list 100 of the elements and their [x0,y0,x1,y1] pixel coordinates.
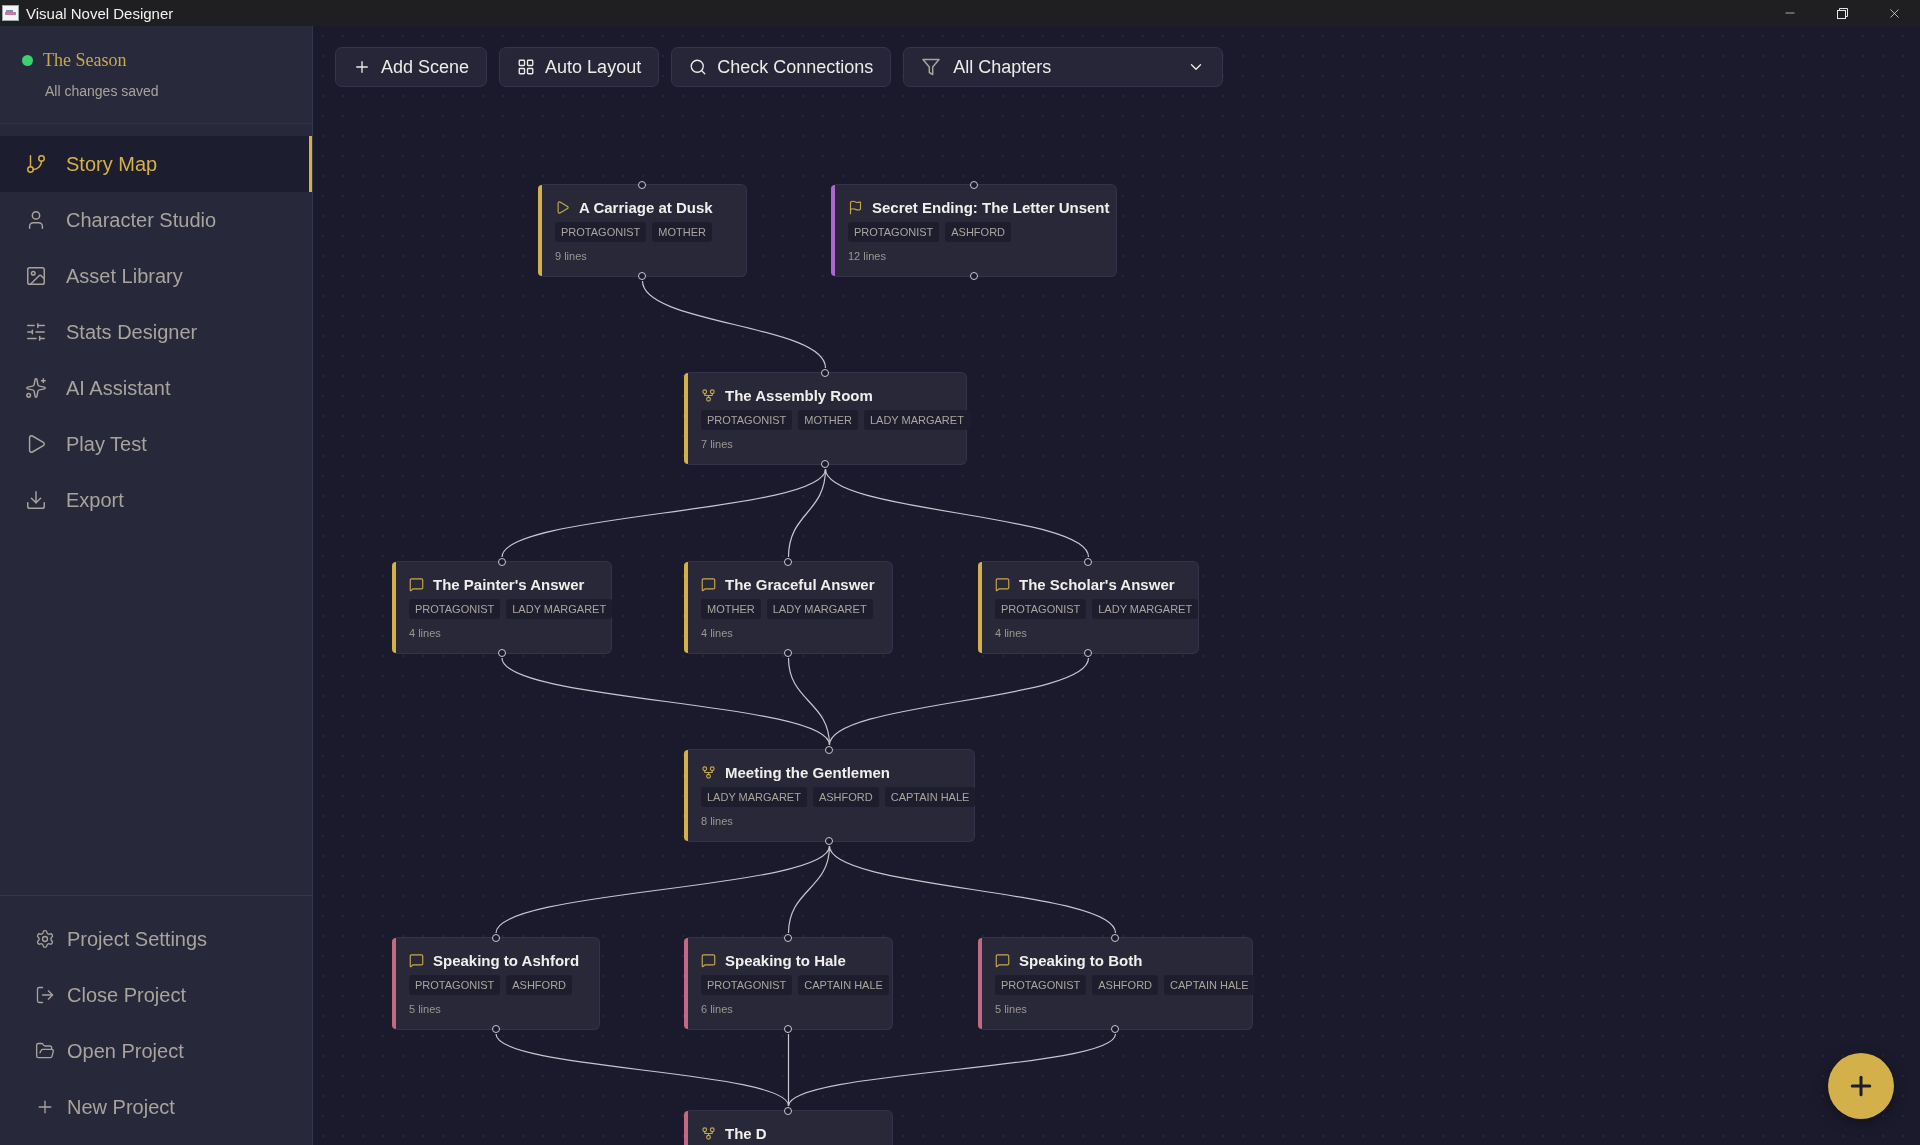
menu-item[interactable]: Close Project [0,967,312,1023]
port-handle[interactable] [497,558,506,566]
line-count: 4 lines [409,626,442,640]
toolbar-button[interactable]: Auto Layout [499,47,660,87]
line-count: 7 lines [701,437,734,451]
folder-icon [35,1041,55,1061]
scene-title: The Assembly Room [725,386,873,404]
port-handle[interactable] [1084,558,1092,566]
character-tag: LADY MARGARET [766,599,873,619]
port-handle[interactable] [497,649,506,657]
scene-card[interactable]: Speaking to Both PROTAGONIST ASHFORD CAPTAIN HALE 5 lines [978,937,1253,1030]
port-handle[interactable] [784,649,792,657]
nav-item[interactable]: Asset Library [0,248,312,304]
speech-bubble-icon [995,952,1010,968]
menu-item[interactable]: New Project [0,1079,312,1135]
port-handle[interactable] [784,934,792,942]
character-tag: PROTAGONIST [409,975,501,995]
speech-bubble-icon [701,952,716,968]
fork-icon [701,387,716,403]
character-tag: CAPTAIN HALE [1164,975,1255,995]
scene-card[interactable]: A Carriage at Dusk PROTAGONIST MOTHER 9 lines [538,184,747,277]
character-tag: CAPTAIN HALE [884,787,976,807]
port-handle[interactable] [784,558,792,566]
scene-title: The Painter's Answer [433,575,585,593]
scene-card[interactable]: The Assembly Room PROTAGONIST MOTHER LADY MARGARET 7 lines [684,372,967,465]
character-tag: MOTHER [701,599,761,619]
scene-card[interactable]: The D [684,1110,893,1145]
character-tag: PROTAGONIST [848,222,940,242]
toolbar-button[interactable]: Check Connections [671,47,892,87]
character-tag: PROTAGONIST [701,410,793,430]
character-tag: ASHFORD [812,787,879,807]
sliders-icon [25,321,47,343]
sign-out-icon [35,985,55,1005]
app-icon [2,5,19,21]
scene-card[interactable]: The Graceful Answer MOTHER LADY MARGARET 4 lines [684,561,893,654]
port-handle[interactable] [969,181,978,189]
port-handle[interactable] [825,837,833,845]
port-handle[interactable] [491,1025,500,1033]
search-icon [689,58,708,76]
speech-bubble-icon [409,576,424,592]
fork-icon [701,764,716,780]
port-handle[interactable] [784,1107,792,1115]
character-tag: LADY MARGARET [701,787,807,807]
menu-item[interactable]: Project Settings [0,911,312,967]
nav-item[interactable]: Play Test [0,416,312,472]
save-status: All changes saved [45,82,160,100]
filter-icon [922,58,941,76]
menu-item[interactable]: Open Project [0,1023,312,1079]
nav-item[interactable]: Story Map [0,136,312,192]
port-handle[interactable] [638,272,646,280]
branch-icon [25,153,47,175]
line-count: 4 lines [995,626,1028,640]
scene-title: The D [725,1124,767,1142]
scene-title: The Graceful Answer [725,575,875,593]
project-title: The Season [43,49,127,71]
character-tag: LADY MARGARET [863,410,970,430]
nav-item[interactable]: AI Assistant [0,360,312,416]
character-tag: PROTAGONIST [409,599,501,619]
port-handle[interactable] [1111,1025,1119,1033]
scene-title: Speaking to Both [1019,951,1143,969]
scene-card[interactable]: Speaking to Ashford PROTAGONIST ASHFORD 5 lines [392,937,600,1030]
nav-item[interactable]: Character Studio [0,192,312,248]
line-count: 6 lines [701,1002,734,1016]
character-tag: ASHFORD [945,222,1012,242]
character-tag: PROTAGONIST [995,599,1087,619]
character-tag: LADY MARGARET [506,599,613,619]
scene-card[interactable]: The Scholar's Answer PROTAGONIST LADY MARGARET 4 lines [978,561,1199,654]
port-handle[interactable] [821,369,829,377]
flag-icon [848,199,863,215]
port-handle[interactable] [821,460,829,468]
scene-title: Meeting the Gentlemen [725,763,891,781]
nav-item[interactable]: Stats Designer [0,304,312,360]
window-title: Visual Novel Designer [26,4,174,22]
scene-card[interactable]: Speaking to Hale PROTAGONIST CAPTAIN HALE 6 lines [684,937,893,1030]
port-handle[interactable] [969,272,978,280]
restore-icon [1836,7,1848,19]
character-tag: ASHFORD [506,975,573,995]
line-count: 8 lines [701,814,734,828]
character-tag: ASHFORD [1092,975,1159,995]
scene-title: Speaking to Hale [725,951,846,969]
scene-card[interactable]: The Painter's Answer PROTAGONIST LADY MARGARET 4 lines [392,561,612,654]
toolbar-button[interactable]: Add Scene [335,47,488,87]
port-handle[interactable] [491,934,500,942]
character-tag: MOTHER [652,222,712,242]
line-count: 5 lines [409,1002,442,1016]
character-tag: CAPTAIN HALE [798,975,889,995]
settings-icon [35,929,55,949]
speech-bubble-icon [995,576,1010,592]
port-handle[interactable] [825,746,833,754]
line-count: 12 lines [848,249,887,263]
scene-card[interactable]: Meeting the Gentlemen LADY MARGARET ASHFORD CAPTAIN HALE 8 lines [684,749,975,842]
port-handle[interactable] [1111,934,1119,942]
play-icon [555,199,570,215]
scene-card[interactable]: Secret Ending: The Letter Unsent PROTAGONIST ASHFORD 12 lines [831,184,1117,277]
chapter-dropdown[interactable]: All Chapters [903,47,1224,87]
port-handle[interactable] [638,181,646,189]
character-tag: LADY MARGARET [1092,599,1199,619]
port-handle[interactable] [784,1025,792,1033]
port-handle[interactable] [1084,649,1092,657]
nav-item[interactable]: Export [0,472,312,528]
